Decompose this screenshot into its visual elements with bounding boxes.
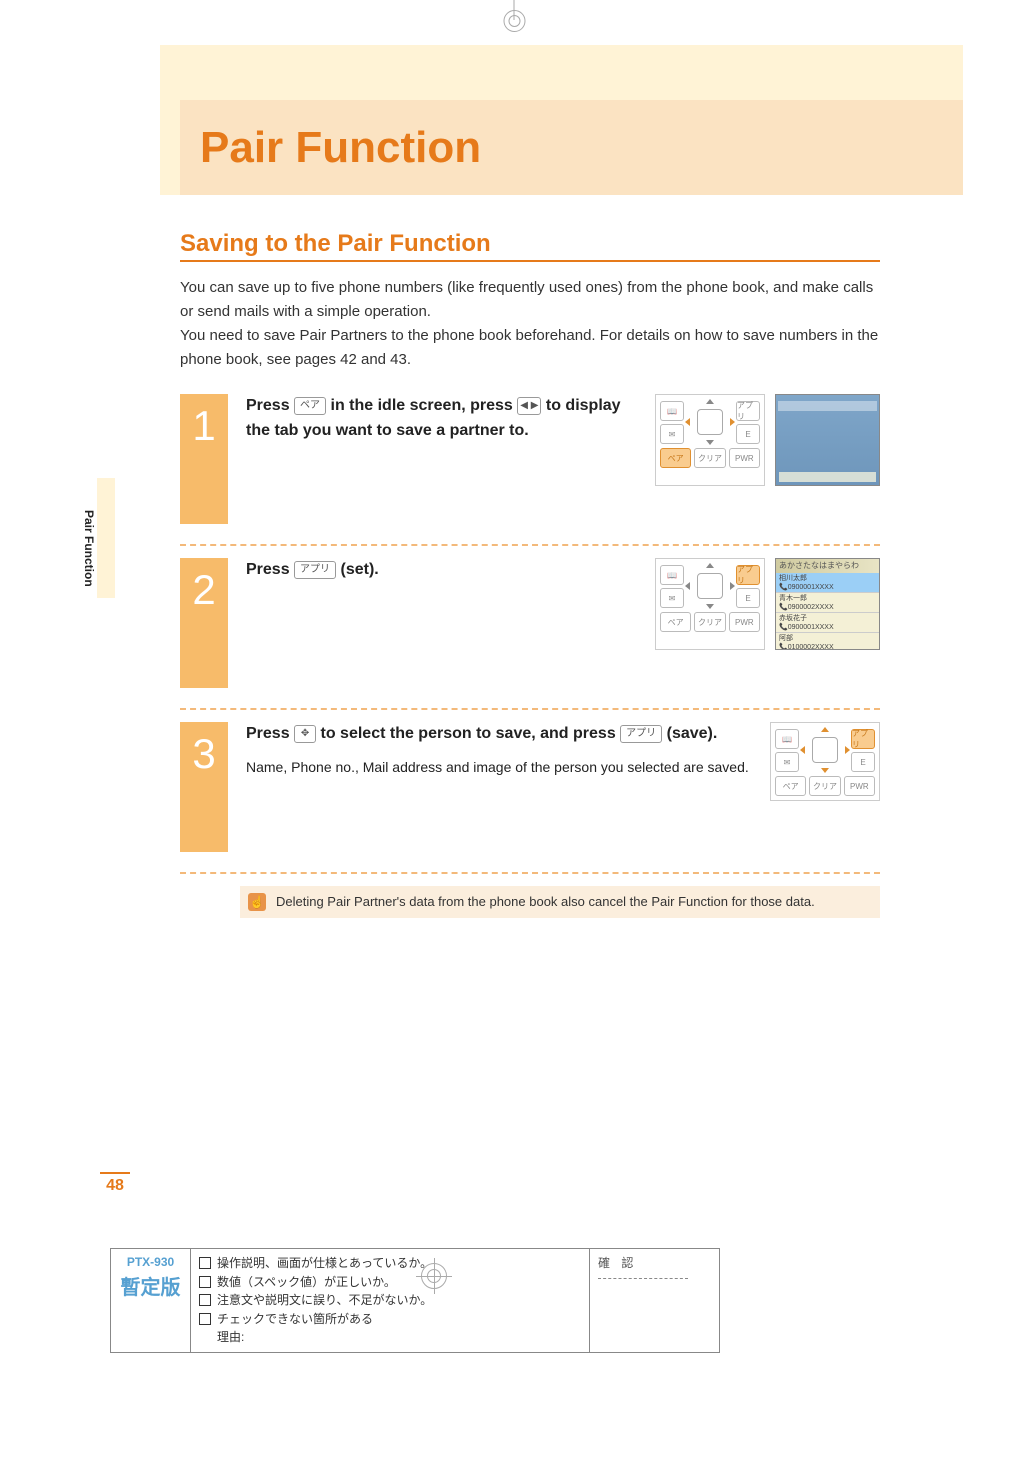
appli-key-icon: アプリ xyxy=(736,401,760,421)
dpad-all-icon: ✥ xyxy=(294,725,316,743)
step-2-fragment-a: Press xyxy=(246,561,294,578)
note-text: Deleting Pair Partner's data from the ph… xyxy=(276,894,815,909)
list-item-number: 📞0100002XXXX xyxy=(779,643,876,650)
confirm-label: 確 認 xyxy=(598,1256,637,1270)
step-1-fragment-a: Press xyxy=(246,397,294,414)
clear-key-icon: クリア xyxy=(694,612,725,632)
pwr-key-icon: PWR xyxy=(729,448,760,468)
pair-key-icon: ペア xyxy=(294,397,326,415)
dpad-center xyxy=(687,565,733,607)
step-3-fragment-b: to select the person to save, and press xyxy=(321,725,621,742)
title-background-dark: Pair Function xyxy=(180,100,963,195)
main-content: Saving to the Pair Function You can save… xyxy=(180,230,880,918)
list-item: 青木一郎 📞0900002XXXX xyxy=(776,593,879,613)
mail-key-icon: ✉ xyxy=(775,752,799,772)
checkbox-icon xyxy=(199,1313,211,1325)
dpad-center xyxy=(802,729,848,771)
pwr-key-icon: PWR xyxy=(729,612,760,632)
step-3-fragment-c: (save). xyxy=(667,725,718,742)
book-key-icon: 📖 xyxy=(660,565,684,585)
list-item-number: 📞0900001XXXX xyxy=(779,583,876,592)
step-1-number: 1 xyxy=(180,394,228,524)
stage-label: 暫定版 xyxy=(117,1271,184,1300)
clear-key-icon: クリア xyxy=(809,776,840,796)
pair-bottom-key-icon: ペア xyxy=(775,776,806,796)
section-heading: Saving to the Pair Function xyxy=(180,230,880,262)
clear-key-icon: クリア xyxy=(694,448,725,468)
side-tab-label: Pair Function xyxy=(78,490,100,607)
step-2-text: Press アプリ (set). xyxy=(246,558,643,650)
list-index-header: あかさたなはまやらわ xyxy=(776,559,879,573)
screenshot-phonebook-list: あかさたなはまやらわ 相川太郎 📞0900001XXXX 青木一郎 📞09000… xyxy=(775,558,880,650)
step-1-fragment-b: in the idle screen, press xyxy=(331,397,518,414)
intro-text: You can save up to five phone numbers (l… xyxy=(180,276,880,372)
review-confirm-column: 確 認 xyxy=(589,1249,719,1352)
appli-inline-key-icon: アプリ xyxy=(620,725,662,743)
list-item: 相川太郎 📞0900001XXXX xyxy=(776,573,879,593)
step-3-number: 3 xyxy=(180,722,228,852)
appli-inline-key-icon: アプリ xyxy=(294,561,336,579)
book-key-icon: 📖 xyxy=(660,401,684,421)
e-key-icon: E xyxy=(736,588,760,608)
mail-key-icon: ✉ xyxy=(660,588,684,608)
checklist-reason-label: 理由: xyxy=(217,1330,244,1344)
list-item: 阿部 📞0100002XXXX xyxy=(776,633,879,650)
list-item-name: 赤坂花子 xyxy=(779,614,876,623)
list-item-number: 📞0900002XXXX xyxy=(779,603,876,612)
page-number: 48 xyxy=(100,1172,130,1195)
book-key-icon: 📖 xyxy=(775,729,799,749)
checkbox-icon xyxy=(199,1294,211,1306)
list-item-number: 📞0900001XXXX xyxy=(779,623,876,632)
pair-bottom-key-icon: ペア xyxy=(660,612,691,632)
appli-key-icon: アプリ xyxy=(851,729,875,749)
list-item-name: 青木一郎 xyxy=(779,594,876,603)
review-stamp-box: PTX-930 暫定版 操作説明、画面が仕様とあっているか。 数値（スペック値）… xyxy=(110,1248,720,1353)
step-3: 3 Press ✥ to select the person to save, … xyxy=(180,722,880,874)
note-box: ☝ Deleting Pair Partner's data from the … xyxy=(240,886,880,918)
checkbox-icon xyxy=(199,1257,211,1269)
e-key-icon: E xyxy=(851,752,875,772)
mail-key-icon: ✉ xyxy=(660,424,684,444)
step-3-subtext: Name, Phone no., Mail address and image … xyxy=(246,757,758,779)
review-model-column: PTX-930 暫定版 xyxy=(111,1249,191,1352)
hand-point-icon: ☝ xyxy=(248,893,266,911)
step-1-text: Press ペア in the idle screen, press ◀ ▶ t… xyxy=(246,394,643,486)
confirm-underline xyxy=(598,1278,688,1279)
step-2-number: 2 xyxy=(180,558,228,688)
checkbox-icon xyxy=(199,1276,211,1288)
step-3-fragment-a: Press xyxy=(246,725,294,742)
checklist-item: 数値（スペック値）が正しいか。 xyxy=(217,1275,396,1289)
checklist-item: 操作説明、画面が仕様とあっているか。 xyxy=(217,1256,432,1270)
step-2: 2 Press アプリ (set). 📖 xyxy=(180,558,880,710)
model-label: PTX-930 xyxy=(117,1255,184,1269)
list-item-name: 相川太郎 xyxy=(779,574,876,583)
step-2-fragment-b: (set). xyxy=(341,561,379,578)
checklist-item: チェックできない箇所がある xyxy=(217,1312,373,1326)
page-title: Pair Function xyxy=(180,123,481,173)
step-1: 1 Press ペア in the idle screen, press ◀ ▶… xyxy=(180,394,880,546)
list-item: 赤坂花子 📞0900001XXXX xyxy=(776,613,879,633)
keypad-figure-1: 📖 アプリ ✉ E ペア クリア xyxy=(655,394,765,486)
dpad-left-right-icon: ◀ ▶ xyxy=(517,397,541,415)
review-checklist: 操作説明、画面が仕様とあっているか。 数値（スペック値）が正しいか。 注意文や説… xyxy=(191,1249,589,1352)
pwr-key-icon: PWR xyxy=(844,776,875,796)
keypad-figure-3: 📖 アプリ ✉ E ペア クリア xyxy=(770,722,880,801)
list-item-name: 阿部 xyxy=(779,634,876,643)
keypad-figure-2: 📖 アプリ ✉ E ペア クリア xyxy=(655,558,765,650)
e-key-icon: E xyxy=(736,424,760,444)
crop-mark-top xyxy=(514,0,515,20)
step-3-text: Press ✥ to select the person to save, an… xyxy=(246,722,758,801)
appli-key-icon: アプリ xyxy=(736,565,760,585)
dpad-center xyxy=(687,401,733,443)
pair-bottom-key-icon: ペア xyxy=(660,448,691,468)
checklist-item: 注意文や説明文に誤り、不足がないか。 xyxy=(217,1293,432,1307)
screenshot-idle xyxy=(775,394,880,486)
